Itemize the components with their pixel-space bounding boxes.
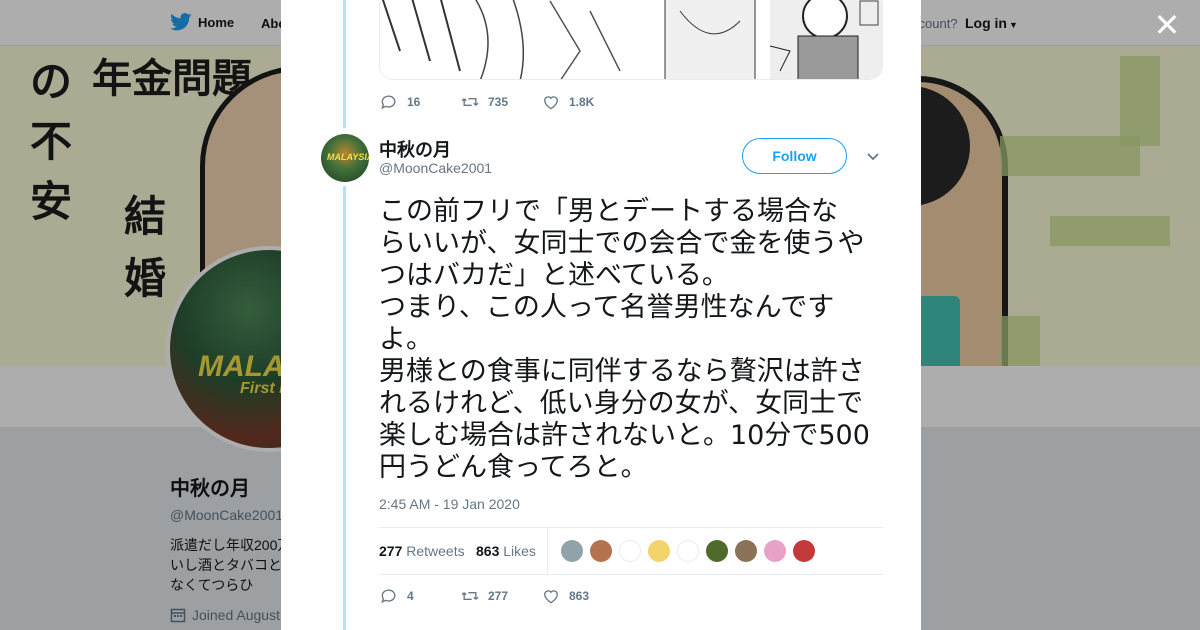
- like-count: 863: [569, 589, 590, 603]
- tweet-modal: 16 735 1.8K MALAYSIA 中秋の月 @MoonCake2001 …: [281, 0, 921, 630]
- liker-avatar[interactable]: [619, 540, 641, 562]
- liker-avatar[interactable]: [590, 540, 612, 562]
- tweet-text: この前フリで「男とデートする場合な らいいが、女同士での会合で金を使うや つはバ…: [379, 196, 884, 484]
- reply-button[interactable]: 16: [379, 92, 460, 112]
- likes-stat-label: Likes: [503, 543, 536, 559]
- heart-icon: [544, 590, 558, 604]
- previous-tweet-actions: 16 735 1.8K: [379, 92, 622, 112]
- tweet-text-line: よ。: [379, 324, 433, 355]
- retweet-count: 277: [488, 589, 509, 603]
- tweet-stats: 277 Retweets 863 Likes: [379, 527, 883, 575]
- liker-avatar[interactable]: [677, 540, 699, 562]
- liker-avatars: [561, 540, 815, 562]
- likes-stat[interactable]: 863 Likes: [476, 543, 536, 559]
- avatar-sign-text: MALAYSIA: [327, 152, 369, 162]
- retweet-button[interactable]: 277: [460, 586, 541, 606]
- retweets-stat[interactable]: 277 Retweets: [379, 543, 465, 559]
- liker-avatar[interactable]: [764, 540, 786, 562]
- likes-stat-count: 863: [476, 543, 500, 559]
- tweet-author-name[interactable]: 中秋の月: [379, 136, 451, 162]
- liker-avatar[interactable]: [735, 540, 757, 562]
- thread-line: [343, 0, 346, 128]
- tweet-text-line: つまり、この人って名誉男性なんです: [379, 292, 835, 323]
- like-button[interactable]: 1.8K: [541, 92, 622, 112]
- close-icon[interactable]: ✕: [1152, 9, 1182, 41]
- reply-count: 16: [407, 95, 421, 109]
- tweet-author-handle[interactable]: @MoonCake2001: [379, 160, 492, 176]
- tweet-actions: 4 277 863: [379, 586, 622, 606]
- tweet-text-line: この前フリで「男とデートする場合な: [379, 196, 838, 227]
- liker-avatar[interactable]: [706, 540, 728, 562]
- manga-image: [380, 0, 882, 79]
- retweets-stat-label: Retweets: [406, 543, 465, 559]
- retweet-icon: [461, 98, 479, 106]
- reply-icon: [381, 589, 396, 604]
- like-button[interactable]: 863: [541, 586, 622, 606]
- tweet-text-line: つはバカだ」と述べている。: [379, 260, 729, 291]
- retweet-button[interactable]: 735: [460, 92, 541, 112]
- tweet-text-line: 楽しむ場合は許されないと。10分で500: [379, 420, 870, 451]
- like-count: 1.8K: [569, 95, 595, 109]
- liker-avatar[interactable]: [793, 540, 815, 562]
- liker-avatar[interactable]: [561, 540, 583, 562]
- thread-line: [343, 186, 346, 630]
- tweet-timestamp[interactable]: 2:45 AM - 19 Jan 2020: [379, 496, 520, 512]
- retweet-icon: [461, 592, 479, 600]
- follow-button[interactable]: Follow: [742, 138, 847, 174]
- reply-count: 4: [407, 589, 414, 603]
- chevron-down-icon[interactable]: [865, 148, 881, 164]
- retweet-count: 735: [488, 95, 509, 109]
- heart-icon: [544, 96, 558, 110]
- stats-divider: [547, 528, 548, 574]
- retweets-stat-count: 277: [379, 543, 403, 559]
- liker-avatar[interactable]: [648, 540, 670, 562]
- tweet-text-line: れるけれど、低い身分の女が、女同士で: [379, 388, 864, 419]
- reply-button[interactable]: 4: [379, 586, 460, 606]
- previous-tweet-media[interactable]: [379, 0, 883, 80]
- reply-icon: [381, 95, 396, 110]
- tweet-text-line: 円うどん食ってろと。: [379, 452, 648, 483]
- tweet-text-line: らいいが、女同士での会合で金を使うや: [379, 228, 865, 259]
- tweet-author-avatar[interactable]: MALAYSIA: [321, 134, 369, 182]
- tweet-text-line: 男様との食事に同伴するなら贅沢は許さ: [379, 356, 865, 387]
